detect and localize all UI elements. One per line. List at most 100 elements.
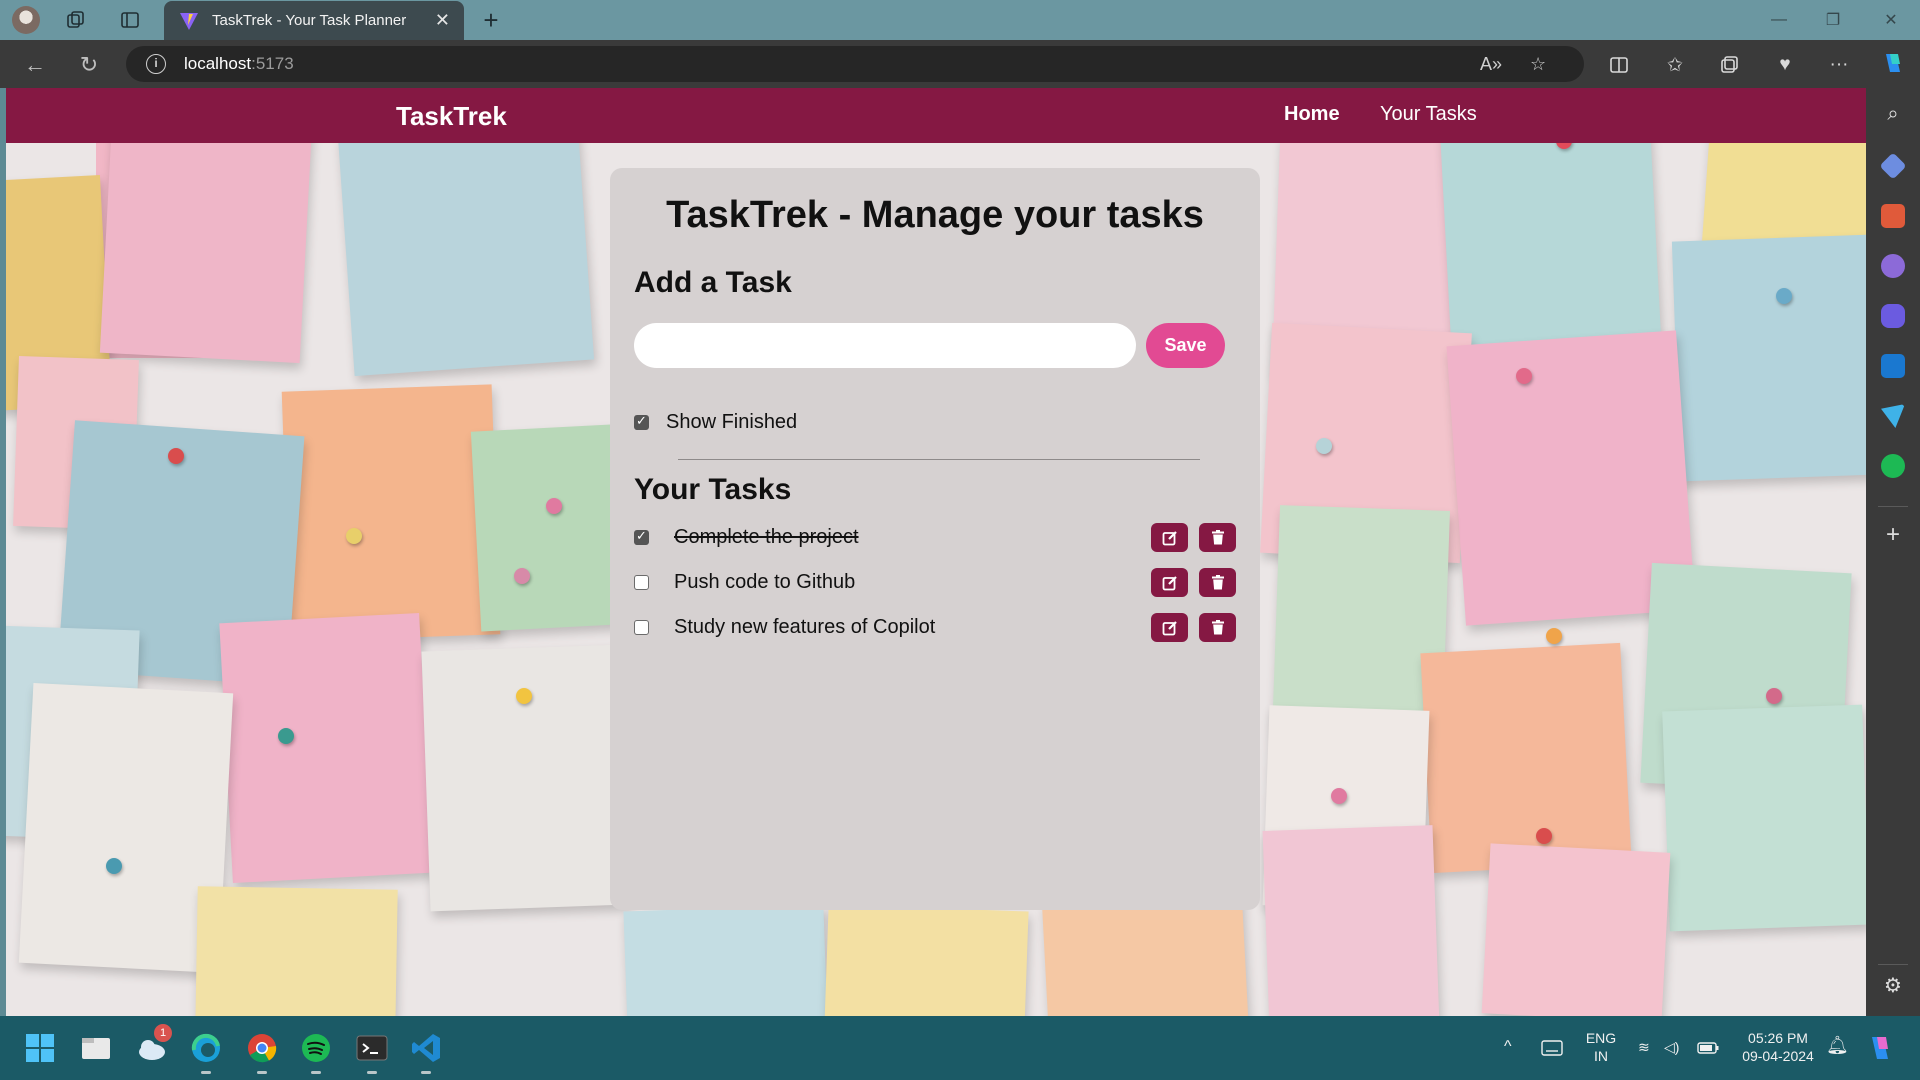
wifi-icon[interactable]: ≋ xyxy=(1638,1038,1650,1056)
new-tab-button[interactable]: + xyxy=(476,5,506,35)
task-text: Complete the project xyxy=(674,526,859,548)
task-checkbox[interactable] xyxy=(634,620,649,635)
your-tasks-heading: Your Tasks xyxy=(634,473,792,506)
file-explorer-icon[interactable] xyxy=(78,1030,114,1066)
nav-your-tasks-link[interactable]: Your Tasks xyxy=(1380,103,1477,126)
edit-task-button[interactable] xyxy=(1151,568,1188,597)
edit-task-button[interactable] xyxy=(1151,523,1188,552)
sidebar-settings-icon[interactable]: ⚙ xyxy=(1881,974,1905,998)
minimize-icon[interactable]: — xyxy=(1756,4,1802,36)
sidebar-outlook-icon[interactable] xyxy=(1881,354,1905,378)
weather-widget-icon[interactable]: 1 xyxy=(134,1024,172,1066)
brand-logo[interactable]: TaskTrek xyxy=(396,101,507,132)
language-indicator[interactable]: ENG IN xyxy=(1584,1029,1618,1065)
running-indicator xyxy=(367,1071,377,1074)
notifications-bell-icon[interactable]: 🔔︎ xyxy=(1826,1036,1849,1054)
sidebar-tools-icon[interactable] xyxy=(1881,204,1905,228)
language-code: ENG xyxy=(1585,1030,1617,1046)
restore-icon[interactable]: ❐ xyxy=(1810,4,1856,36)
sidebar-separator xyxy=(1878,964,1908,965)
running-indicator xyxy=(421,1071,431,1074)
running-indicator xyxy=(311,1071,321,1074)
tab-title: TaskTrek - Your Task Planner xyxy=(212,12,407,29)
sidebar-copilot-apps-icon[interactable] xyxy=(1881,304,1905,328)
copilot-icon[interactable] xyxy=(1880,50,1906,76)
site-info-icon[interactable]: i xyxy=(146,54,166,74)
vscode-icon[interactable] xyxy=(408,1030,444,1066)
windows-taskbar: 1 ^ ENG IN ≋ ◁) 05:26 PM 09-04-2024 🔔︎ xyxy=(0,1016,1920,1080)
vertical-tabs-icon[interactable] xyxy=(116,6,144,34)
spotify-icon[interactable] xyxy=(298,1030,334,1066)
sidebar-telegram-icon[interactable] xyxy=(1881,404,1905,428)
trash-icon xyxy=(1211,575,1224,590)
workspaces-icon[interactable] xyxy=(62,6,90,34)
clock[interactable]: 05:26 PM 09-04-2024 xyxy=(1734,1029,1822,1065)
browser-essentials-icon[interactable]: ♥ xyxy=(1772,52,1798,78)
edit-icon xyxy=(1162,620,1177,635)
region-code: IN xyxy=(1594,1048,1608,1064)
active-tab[interactable]: TaskTrek - Your Task Planner ✕ xyxy=(164,1,464,40)
edge-browser-icon[interactable] xyxy=(188,1030,224,1066)
start-windows-icon[interactable] xyxy=(22,1030,58,1066)
task-input[interactable] xyxy=(634,323,1136,368)
address-host: localhost xyxy=(184,54,252,73)
back-icon[interactable]: ← xyxy=(20,50,50,80)
running-indicator xyxy=(201,1071,211,1074)
collections-icon[interactable] xyxy=(1716,52,1742,78)
show-finished-checkbox[interactable] xyxy=(634,413,649,430)
address-port: :5173 xyxy=(251,54,294,73)
notification-badge: 1 xyxy=(154,1024,172,1042)
copilot-taskbar-icon[interactable] xyxy=(1862,1030,1898,1066)
battery-icon[interactable] xyxy=(1694,1036,1722,1060)
add-task-heading: Add a Task xyxy=(634,266,792,299)
delete-task-button[interactable] xyxy=(1199,523,1236,552)
volume-icon[interactable]: ◁) xyxy=(1664,1038,1679,1056)
save-button[interactable]: Save xyxy=(1146,323,1225,368)
close-window-icon[interactable]: ✕ xyxy=(1868,4,1914,36)
task-checkbox[interactable] xyxy=(634,575,649,590)
page-title: TaskTrek - Manage your tasks xyxy=(666,194,1204,236)
nav-home-link[interactable]: Home xyxy=(1284,103,1340,126)
trash-icon xyxy=(1211,620,1224,635)
edit-task-button[interactable] xyxy=(1151,613,1188,642)
edit-icon xyxy=(1162,575,1177,590)
page-viewport: TaskTrek Home Your Tasks TaskTrek - Mana… xyxy=(6,88,1866,1016)
keyboard-icon[interactable] xyxy=(1536,1032,1568,1064)
show-finished-label: Show Finished xyxy=(666,411,798,433)
browser-sidebar: ⌕ + ⚙ xyxy=(1866,88,1920,1016)
refresh-icon[interactable]: ↻ xyxy=(74,50,104,80)
favorite-star-icon[interactable]: ☆ xyxy=(1530,46,1546,82)
close-tab-icon[interactable]: ✕ xyxy=(435,10,450,31)
task-text: Push code to Github xyxy=(674,571,856,593)
tray-overflow-chevron-icon[interactable]: ^ xyxy=(1504,1038,1512,1056)
task-text: Study new features of Copilot xyxy=(674,616,936,638)
divider xyxy=(678,459,1200,460)
sidebar-shopping-icon[interactable] xyxy=(1879,152,1907,180)
browser-toolbar: ← ↻ i localhost:5173 A» ☆ ✩ ♥ ··· xyxy=(0,40,1920,88)
vite-favicon-icon xyxy=(180,12,198,30)
clock-time: 05:26 PM xyxy=(1748,1030,1808,1046)
sidebar-games-icon[interactable] xyxy=(1881,254,1905,278)
sidebar-search-icon[interactable]: ⌕ xyxy=(1881,102,1905,126)
profile-avatar[interactable] xyxy=(12,6,40,34)
sidebar-spotify-icon[interactable] xyxy=(1881,454,1905,478)
app-navbar: TaskTrek Home Your Tasks xyxy=(6,88,1866,143)
task-checkbox[interactable] xyxy=(634,528,649,545)
delete-task-button[interactable] xyxy=(1199,613,1236,642)
trash-icon xyxy=(1211,530,1224,545)
clock-date: 09-04-2024 xyxy=(1742,1048,1814,1064)
delete-task-button[interactable] xyxy=(1199,568,1236,597)
favorites-icon[interactable]: ✩ xyxy=(1662,52,1688,78)
terminal-icon[interactable] xyxy=(354,1030,390,1066)
edit-icon xyxy=(1162,530,1177,545)
task-card: TaskTrek - Manage your tasks Add a Task … xyxy=(610,168,1260,910)
sidebar-add-icon[interactable]: + xyxy=(1881,523,1905,548)
sidebar-separator xyxy=(1878,506,1908,507)
browser-tab-bar: TaskTrek - Your Task Planner ✕ + — ❐ ✕ xyxy=(0,0,1920,40)
address-bar[interactable]: i localhost:5173 A» ☆ xyxy=(126,46,1584,82)
split-screen-icon[interactable] xyxy=(1606,52,1632,78)
running-indicator xyxy=(257,1071,267,1074)
read-aloud-icon[interactable]: A» xyxy=(1480,46,1502,82)
chrome-icon[interactable] xyxy=(244,1030,280,1066)
more-menu-icon[interactable]: ··· xyxy=(1826,52,1852,78)
